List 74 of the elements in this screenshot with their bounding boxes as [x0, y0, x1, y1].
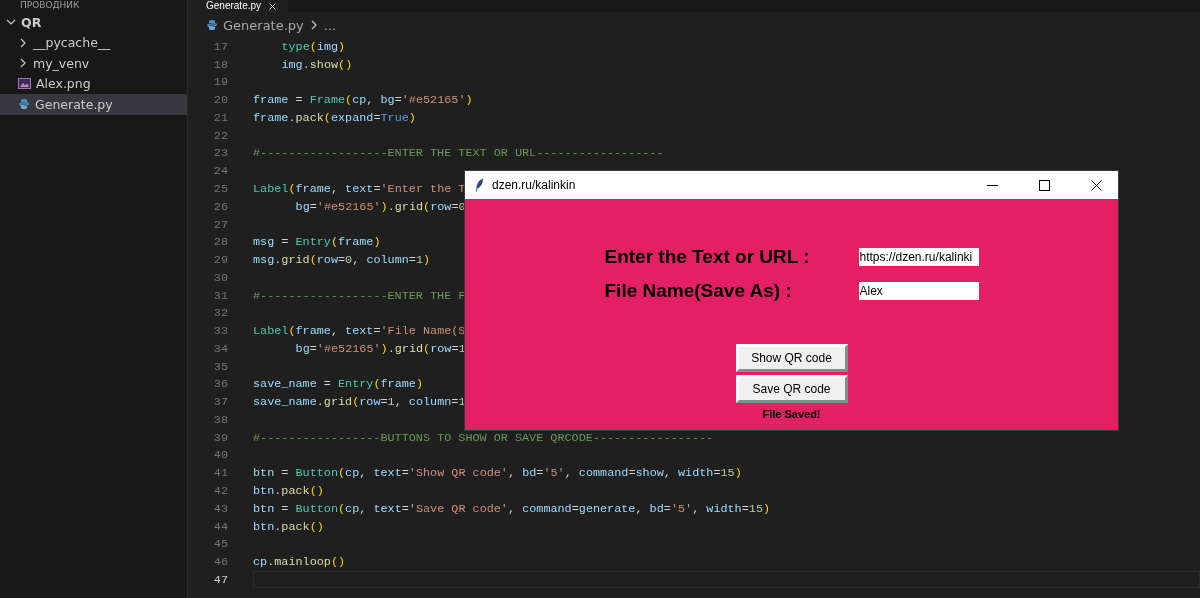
- line-number: 34: [212, 341, 228, 356]
- input-field[interactable]: https://dzen.ru/kalinki: [858, 248, 979, 266]
- python-file-icon: [206, 19, 218, 31]
- explorer-item[interactable]: __pycache__: [0, 32, 187, 53]
- minimize-icon: [986, 184, 998, 186]
- line-number: 29: [212, 253, 228, 268]
- code-line: msg = Entry(frame): [253, 235, 381, 250]
- code-line: #-----------------BUTTONS TO SHOW OR SAVE QRCODE-----------------: [253, 430, 714, 445]
- line-number: 42: [212, 484, 228, 498]
- chevron-icon: [18, 37, 28, 48]
- code-line: cp.mainloop(): [253, 555, 346, 570]
- code-line: btn.pack(): [253, 519, 324, 534]
- code-line: type(img): [281, 39, 346, 54]
- line-number: 40: [212, 448, 228, 463]
- python-file-icon: [18, 98, 30, 111]
- field-label: Enter the Text or URL :: [604, 247, 811, 267]
- line-number: 26: [212, 199, 228, 214]
- line-number: 44: [212, 519, 228, 534]
- code-line: save_name = Entry(frame): [253, 377, 423, 392]
- line-number: 45: [212, 537, 228, 552]
- explorer-title: ПРОВОДНИК: [20, 0, 80, 10]
- line-number: 38: [212, 412, 228, 427]
- action-button[interactable]: Show QR code: [735, 344, 848, 372]
- feather-icon: [475, 178, 484, 192]
- explorer-item[interactable]: my_venv: [0, 53, 187, 74]
- close-icon[interactable]: [269, 2, 277, 10]
- close-icon: [1090, 179, 1102, 191]
- line-number: 28: [212, 235, 228, 250]
- line-number: 43: [212, 501, 228, 516]
- code-line: Label(frame, text='File Name(S: [253, 324, 466, 339]
- line-number: 22: [212, 128, 228, 143]
- line-number: 19: [212, 75, 228, 90]
- line-number: 36: [212, 377, 228, 392]
- code-line: #------------------ENTER THE TEXT OR URL------------------: [253, 146, 664, 161]
- code-line: btn = Button(cp, text='Save QR code', command=generate, bd='5', width=15): [253, 501, 771, 516]
- code-line: frame.pack(expand=True): [253, 110, 416, 125]
- code-line: btn.pack(): [253, 484, 324, 498]
- code-line: #------------------ENTER THE F: [253, 288, 466, 303]
- line-number: 18: [212, 57, 228, 72]
- line-number: 27: [212, 217, 228, 232]
- field-label: File Name(Save As) :: [604, 281, 793, 301]
- line-number: 23: [212, 146, 228, 161]
- line-number: 17: [212, 39, 228, 54]
- line-number: 39: [212, 430, 228, 445]
- line-number: 25: [212, 182, 228, 196]
- editor-tab[interactable]: Generate.py: [188, 0, 289, 12]
- chevron-icon: [18, 58, 28, 69]
- line-number: 37: [212, 395, 228, 410]
- line-number: 20: [212, 93, 228, 108]
- explorer-item[interactable]: Generate.py: [0, 94, 187, 115]
- code-line: img.show(): [281, 57, 353, 72]
- line-number: 46: [212, 555, 228, 570]
- breadcrumb-item[interactable]: Generate.py: [223, 17, 304, 33]
- line-number: 30: [212, 270, 228, 285]
- line-number: 31: [212, 288, 228, 303]
- image-file-icon: [18, 78, 31, 90]
- line-number: 47: [212, 572, 228, 587]
- explorer-item[interactable]: QR: [0, 12, 187, 33]
- line-number: 24: [212, 164, 228, 179]
- line-number: 33: [212, 324, 228, 339]
- breadcrumb-item[interactable]: ...: [323, 17, 337, 33]
- action-button[interactable]: Save QR code: [735, 375, 848, 403]
- line-number: 32: [212, 306, 228, 321]
- window-title: dzen.ru/kalinkin: [492, 178, 577, 192]
- input-field[interactable]: Alex: [858, 282, 979, 300]
- status-message: File Saved!: [762, 408, 821, 420]
- code-line: btn = Button(cp, text='Show QR code', bd='5', command=show, width=15): [253, 466, 742, 481]
- code-line: frame = Frame(cp, bg='#e52165'): [253, 93, 473, 108]
- line-number: 35: [212, 359, 228, 374]
- line-number: 41: [212, 466, 228, 481]
- maximize-icon: [1038, 179, 1050, 191]
- explorer-item[interactable]: Alex.png: [0, 73, 187, 94]
- line-number: 21: [212, 110, 228, 125]
- code-line: msg.grid(row=0, column=1): [253, 253, 431, 268]
